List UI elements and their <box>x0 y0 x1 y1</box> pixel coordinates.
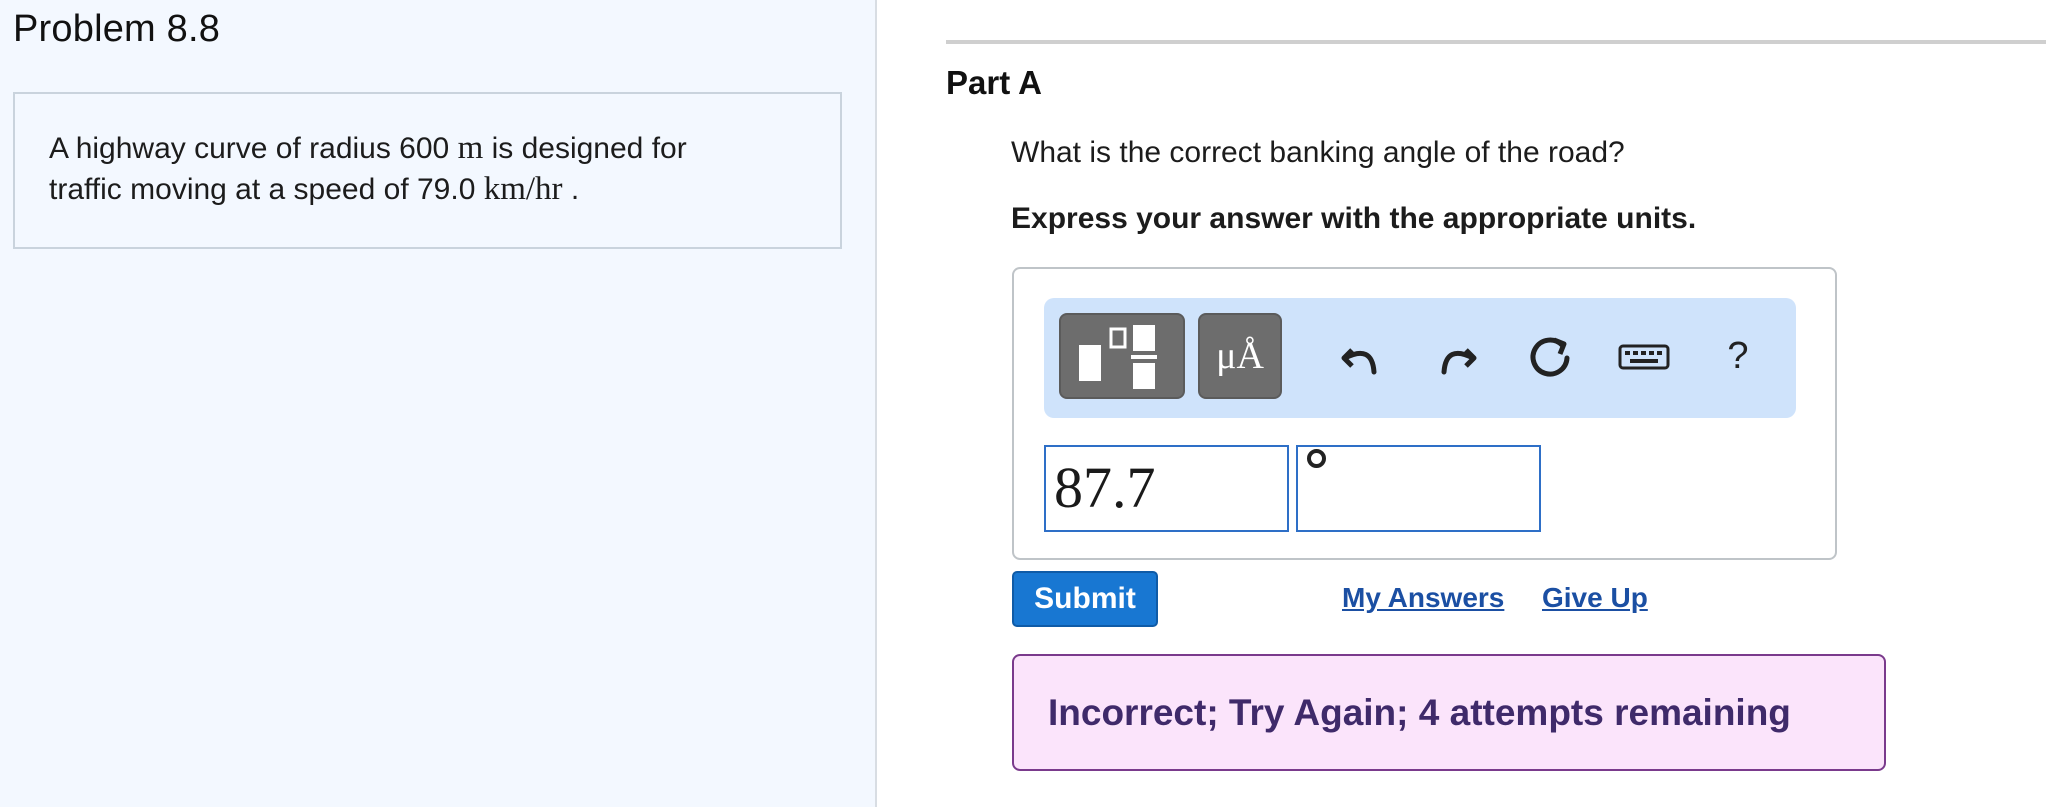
my-answers-link[interactable]: My Answers <box>1342 582 1504 614</box>
answer-value-input[interactable]: 87.7 <box>1044 445 1289 532</box>
question-text: What is the correct banking angle of the… <box>1011 136 1625 169</box>
speed-unit: km/hr <box>483 171 563 207</box>
reset-icon <box>1530 337 1570 377</box>
answer-box: μÅ ? 87.7 <box>1012 267 1837 560</box>
degree-symbol <box>1307 449 1326 468</box>
templates-button[interactable] <box>1059 313 1185 399</box>
math-toolbar: μÅ ? <box>1044 298 1796 418</box>
problem-title: Problem 8.8 <box>13 8 221 50</box>
undo-icon <box>1341 348 1377 375</box>
units-button[interactable]: μÅ <box>1198 313 1282 399</box>
redo-button[interactable] <box>1428 328 1484 384</box>
problem-statement: A highway curve of radius 600 m is desig… <box>13 92 842 249</box>
divider <box>946 40 2046 44</box>
undo-button[interactable] <box>1334 328 1390 384</box>
instruction-text: Express your answer with the appropriate… <box>1011 202 1697 235</box>
give-up-link[interactable]: Give Up <box>1542 582 1648 614</box>
answer-unit-input[interactable] <box>1296 445 1541 532</box>
templates-icon <box>1079 325 1157 389</box>
part-title: Part A <box>946 64 1042 101</box>
feedback-message: Incorrect; Try Again; 4 attempts remaini… <box>1012 654 1886 771</box>
submit-button[interactable]: Submit <box>1012 571 1158 627</box>
help-button[interactable]: ? <box>1710 328 1766 384</box>
keyboard-button[interactable] <box>1616 328 1672 384</box>
radius-unit: m <box>457 130 484 166</box>
reset-button[interactable] <box>1522 328 1578 384</box>
part-panel: Part A What is the correct banking angle… <box>877 0 2046 807</box>
problem-text: A highway curve of radius 600 <box>49 132 458 165</box>
problem-text: . <box>562 173 580 206</box>
redo-icon <box>1441 348 1477 375</box>
problem-text: is designed for <box>483 132 687 165</box>
problem-panel: Problem 8.8 A highway curve of radius 60… <box>0 0 877 807</box>
keyboard-icon <box>1618 344 1670 370</box>
problem-text: traffic moving at a speed of 79.0 <box>49 173 484 206</box>
